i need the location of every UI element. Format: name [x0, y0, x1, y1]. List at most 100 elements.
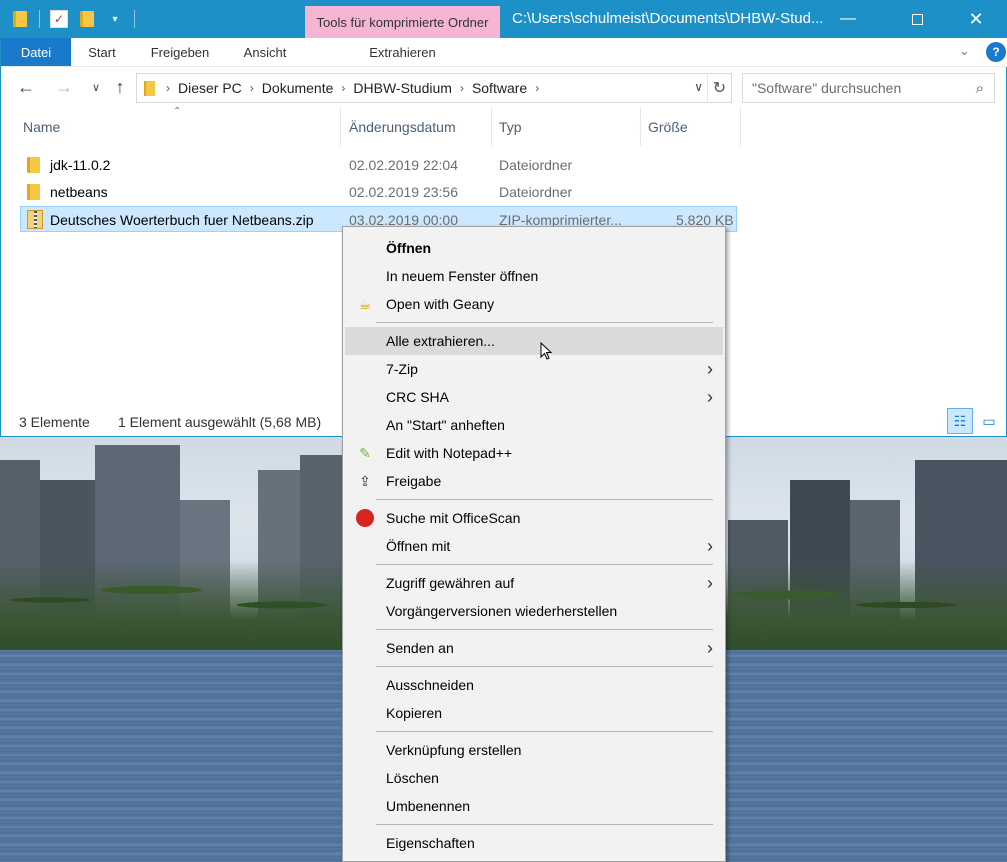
- minimize-button[interactable]: —: [825, 0, 871, 38]
- file-row[interactable]: netbeans 02.02.2019 23:56 Dateiordner: [20, 179, 737, 205]
- menu-item-label: Senden an: [386, 640, 454, 656]
- menu-item-copy[interactable]: Kopieren: [345, 699, 723, 727]
- menu-separator: [376, 322, 713, 323]
- menu-item-label: Löschen: [386, 770, 439, 786]
- folder-icon: [27, 157, 40, 173]
- close-button[interactable]: ✕: [953, 0, 999, 38]
- file-row[interactable]: jdk-11.0.2 02.02.2019 22:04 Dateiordner: [20, 152, 737, 178]
- tab-start[interactable]: Start: [71, 38, 133, 66]
- breadcrumb-dokumente[interactable]: Dokumente: [257, 80, 339, 96]
- up-button[interactable]: ↑: [109, 76, 131, 98]
- chevron-right-icon: ›: [707, 387, 713, 407]
- menu-item-open-with-geany[interactable]: ☕ Open with Geany: [345, 290, 723, 318]
- menu-item-label: Open with Geany: [386, 296, 495, 312]
- menu-item-crc-sha[interactable]: CRC SHA ›: [345, 383, 723, 411]
- menu-item-label: Ausschneiden: [386, 677, 474, 693]
- details-view-icon: ☷: [953, 412, 967, 429]
- file-type: Dateiordner: [499, 157, 573, 173]
- menu-item-label: Kopieren: [386, 705, 443, 721]
- folder-icon: [11, 10, 29, 28]
- context-menu: Öffnen In neuem Fenster öffnen ☕ Open wi…: [342, 226, 726, 862]
- menu-item-extract-all[interactable]: Alle extrahieren...: [345, 327, 723, 355]
- file-type: Dateiordner: [499, 184, 573, 200]
- breadcrumb-software[interactable]: Software: [467, 80, 532, 96]
- window-title: C:\Users\schulmeist\Documents\DHBW-Stud.…: [512, 10, 824, 27]
- tab-datei[interactable]: Datei: [1, 38, 71, 66]
- menu-item-cut[interactable]: Ausschneiden: [345, 671, 723, 699]
- menu-item-share[interactable]: ⇪ Freigabe: [345, 467, 723, 495]
- maximize-icon: [911, 13, 923, 25]
- share-icon: ⇪: [359, 472, 371, 489]
- menu-separator: [376, 564, 713, 565]
- qa-separator: [39, 10, 40, 28]
- menu-item-open-new-window[interactable]: In neuem Fenster öffnen: [345, 262, 723, 290]
- details-view-button[interactable]: ☷: [947, 408, 973, 434]
- expand-ribbon-icon[interactable]: ⌄: [959, 43, 970, 59]
- breadcrumb-dhbw-studium[interactable]: DHBW-Studium: [348, 80, 457, 96]
- breadcrumb-separator[interactable]: ›: [457, 81, 467, 95]
- menu-separator: [376, 731, 713, 732]
- file-name: Deutsches Woerterbuch fuer Netbeans.zip: [50, 212, 314, 228]
- customize-dropdown-icon[interactable]: ▾: [106, 10, 124, 28]
- menu-item-restore-versions[interactable]: Vorgängerversionen wiederherstellen: [345, 597, 723, 625]
- refresh-icon[interactable]: ↻: [707, 74, 731, 102]
- help-icon[interactable]: ?: [986, 42, 1006, 62]
- tab-extrahieren[interactable]: Extrahieren: [305, 38, 500, 66]
- menu-item-properties[interactable]: Eigenschaften: [345, 829, 723, 857]
- recent-locations-button[interactable]: ∨: [85, 76, 107, 98]
- tab-freigeben[interactable]: Freigeben: [133, 38, 227, 66]
- menu-item-give-access[interactable]: Zugriff gewähren auf ›: [345, 569, 723, 597]
- zip-icon: [27, 210, 43, 229]
- mouse-cursor-icon: [540, 342, 552, 360]
- address-bar[interactable]: › Dieser PC › Dokumente › DHBW-Studium ›…: [136, 73, 732, 103]
- menu-item-officescan[interactable]: Suche mit OfficeScan: [345, 504, 723, 532]
- column-header-type[interactable]: Typ: [492, 108, 641, 146]
- large-icons-view-icon: ▭: [982, 412, 996, 429]
- menu-item-rename[interactable]: Umbenennen: [345, 792, 723, 820]
- navigation-bar: ← → ∨ ↑ › Dieser PC › Dokumente › DHBW-S…: [1, 68, 1007, 108]
- geany-icon: ☕: [358, 295, 372, 312]
- notepadpp-icon: ✎: [359, 444, 371, 461]
- large-icons-view-button[interactable]: ▭: [976, 408, 1002, 434]
- menu-item-label: An "Start" anheften: [386, 417, 505, 433]
- new-folder-icon[interactable]: [78, 10, 96, 28]
- search-icon[interactable]: ⌕: [976, 80, 984, 97]
- column-header-size[interactable]: Größe: [641, 108, 741, 146]
- properties-icon[interactable]: ✓: [50, 10, 68, 28]
- search-placeholder: "Software" durchsuchen: [752, 80, 902, 96]
- chevron-right-icon: ›: [707, 359, 713, 379]
- menu-item-edit-notepadpp[interactable]: ✎ Edit with Notepad++: [345, 439, 723, 467]
- menu-item-open-with[interactable]: Öffnen mit ›: [345, 532, 723, 560]
- status-selection: 1 Element ausgewählt (5,68 MB): [118, 414, 322, 430]
- address-dropdown-icon[interactable]: ∨: [694, 80, 703, 94]
- folder-icon: [144, 80, 155, 96]
- menu-item-oeffnen[interactable]: Öffnen: [345, 234, 723, 262]
- forward-button[interactable]: →: [53, 76, 75, 98]
- officescan-icon: [356, 509, 374, 527]
- menu-item-pin-to-start[interactable]: An "Start" anheften: [345, 411, 723, 439]
- qa-separator: [134, 10, 135, 28]
- search-input[interactable]: "Software" durchsuchen ⌕: [742, 73, 995, 103]
- breadcrumb-separator[interactable]: ›: [338, 81, 348, 95]
- breadcrumb-separator[interactable]: ›: [532, 81, 542, 95]
- menu-item-create-shortcut[interactable]: Verknüpfung erstellen: [345, 736, 723, 764]
- column-header-date[interactable]: Änderungsdatum: [342, 108, 492, 146]
- title-bar[interactable]: ✓ ▾ Tools für komprimierte Ordner C:\Use…: [1, 0, 1007, 38]
- menu-item-7zip[interactable]: 7-Zip ›: [345, 355, 723, 383]
- menu-item-label: Zugriff gewähren auf: [386, 575, 515, 591]
- minimize-icon: —: [840, 10, 856, 27]
- file-name: jdk-11.0.2: [50, 157, 111, 173]
- folder-icon: [27, 184, 40, 200]
- column-header-name[interactable]: Name: [16, 108, 341, 146]
- menu-item-send-to[interactable]: Senden an ›: [345, 634, 723, 662]
- status-item-count: 3 Elemente: [19, 414, 90, 430]
- arrow-right-icon: →: [55, 76, 73, 97]
- breadcrumb-dieser-pc[interactable]: Dieser PC: [173, 80, 247, 96]
- menu-item-delete[interactable]: Löschen: [345, 764, 723, 792]
- menu-separator: [376, 499, 713, 500]
- breadcrumb-separator[interactable]: ›: [247, 81, 257, 95]
- chevron-down-icon: ∨: [91, 81, 101, 94]
- maximize-button[interactable]: [894, 0, 940, 38]
- tab-ansicht[interactable]: Ansicht: [227, 38, 303, 66]
- back-button[interactable]: ←: [15, 76, 37, 98]
